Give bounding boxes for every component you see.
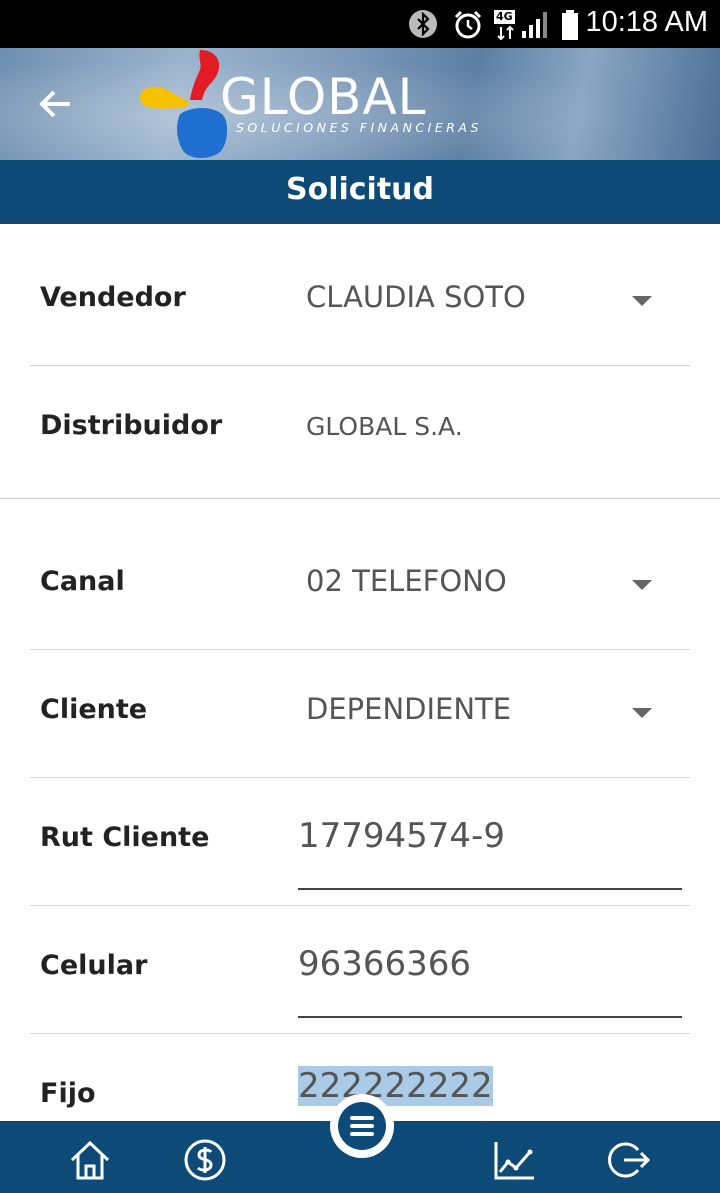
fijo-value: 222222222	[298, 1066, 493, 1106]
distribuidor-row: Distribuidor GLOBAL S.A.	[30, 366, 690, 498]
alarm-icon	[454, 10, 482, 39]
clock: 10:18 AM	[585, 6, 708, 38]
vendedor-row[interactable]: Vendedor CLAUDIA SOTO	[30, 236, 690, 366]
chevron-down-icon[interactable]	[632, 708, 652, 718]
signal-icon	[522, 12, 547, 38]
celular-value: 96366366	[298, 944, 472, 984]
distribuidor-label: Distribuidor	[40, 410, 223, 441]
logo-mark-icon	[140, 50, 228, 158]
vendedor-label: Vendedor	[40, 282, 186, 313]
canal-row[interactable]: Canal 02 TELEFONO	[30, 520, 690, 650]
canal-label: Canal	[40, 566, 125, 597]
title-bar: Solicitud	[0, 160, 720, 224]
celular-row: Celular 96366366	[30, 906, 690, 1034]
chevron-down-icon[interactable]	[632, 580, 652, 590]
back-arrow-icon[interactable]	[36, 84, 76, 124]
page-title: Solicitud	[285, 172, 435, 207]
logo-subtitle: SOLUCIONES FINANCIERAS	[236, 120, 482, 135]
fijo-label: Fijo	[40, 1078, 96, 1109]
menu-button[interactable]	[330, 1094, 394, 1158]
data-arrows-icon	[497, 26, 514, 40]
rut-cliente-input[interactable]: 17794574-9	[298, 816, 682, 890]
home-icon[interactable]	[68, 1138, 112, 1182]
celular-input[interactable]: 96366366	[298, 944, 682, 1018]
chart-icon[interactable]	[492, 1138, 536, 1182]
chevron-down-icon[interactable]	[632, 296, 652, 306]
distribuidor-value: GLOBAL S.A.	[306, 412, 463, 441]
cliente-label: Cliente	[40, 694, 148, 725]
network-type-badge: 4G	[494, 10, 515, 24]
rut-cliente-row: Rut Cliente 17794574-9	[30, 778, 690, 906]
logo-text: GLOBAL	[220, 68, 427, 126]
cliente-row[interactable]: Cliente DEPENDIENTE	[30, 650, 690, 778]
dollar-icon[interactable]	[183, 1138, 227, 1182]
logout-icon[interactable]	[608, 1138, 652, 1182]
canal-select[interactable]: 02 TELEFONO	[306, 564, 507, 598]
menu-icon	[338, 1102, 386, 1150]
rut-cliente-label: Rut Cliente	[40, 822, 210, 853]
bluetooth-icon	[409, 10, 437, 38]
section-divider	[0, 498, 720, 499]
battery-icon	[562, 10, 578, 40]
cliente-select[interactable]: DEPENDIENTE	[306, 692, 511, 726]
vendedor-select[interactable]: CLAUDIA SOTO	[306, 280, 526, 314]
status-bar: 4G 10:18 AM	[0, 0, 720, 48]
rut-cliente-value: 17794574-9	[298, 816, 505, 856]
celular-label: Celular	[40, 950, 148, 981]
